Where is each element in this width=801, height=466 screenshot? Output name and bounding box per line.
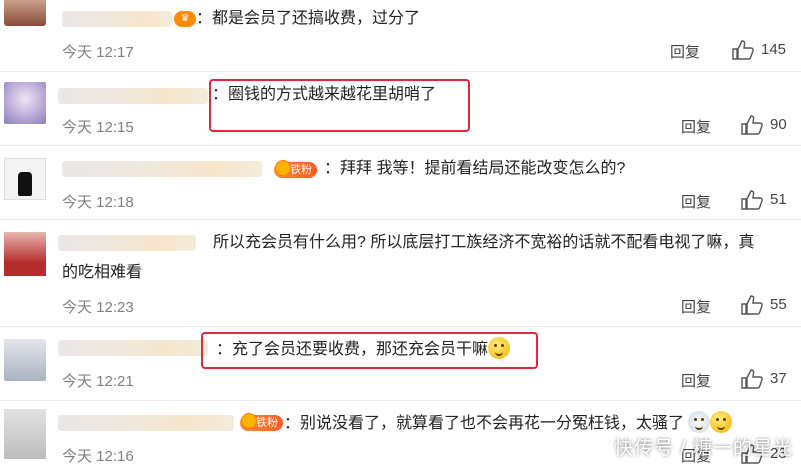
username-masked[interactable] bbox=[62, 11, 172, 27]
comment-item: 所以充会员有什么用? 所以底层打工族经济不宽裕的话就不配看电视了嘛，真 的吃相难… bbox=[0, 220, 801, 325]
comment-item: 铁粉 ：拜拜 我等！提前看结局还能改变怎么的? 今天 12:18 回复 51 bbox=[0, 146, 801, 216]
fan-badge-label: 铁粉 bbox=[256, 417, 278, 429]
reply-button[interactable]: 回复 bbox=[681, 191, 711, 212]
like-count: 145 bbox=[761, 41, 787, 58]
username-masked[interactable] bbox=[58, 88, 208, 104]
comment-time: 今天 12:17 bbox=[62, 44, 134, 61]
reply-button[interactable]: 回复 bbox=[681, 116, 711, 137]
like-count: 90 bbox=[770, 116, 787, 133]
comment-text: ：别说没看了，就算看了也不会再花一分冤枉钱，太骚了 bbox=[284, 411, 733, 435]
comment-text-content: ：别说没看了，就算看了也不会再花一分冤枉钱，太骚了 bbox=[284, 415, 685, 432]
username-masked[interactable] bbox=[62, 161, 262, 177]
comment-item: ♛ ：都是会员了还搞收费，过分了 今天 12:17 回复 145 bbox=[0, 0, 801, 70]
comment-item: ：圈钱的方式越来越花里胡哨了 今天 12:15 回复 90 bbox=[0, 72, 801, 142]
fan-badge-label: 铁粉 bbox=[290, 164, 312, 176]
reply-button[interactable]: 回复 bbox=[681, 370, 711, 391]
fan-badge: 铁粉 bbox=[274, 160, 317, 178]
avatar-figure bbox=[18, 172, 32, 196]
comment-text: ：都是会员了还搞收费，过分了 bbox=[196, 10, 421, 27]
comment-time: 今天 12:16 bbox=[62, 448, 134, 465]
highlight-box bbox=[209, 79, 470, 132]
comment-text-line2: 的吃相难看 bbox=[62, 264, 143, 281]
watermark: 快传号 / 糖一的星光 bbox=[614, 438, 793, 459]
username-masked[interactable] bbox=[58, 415, 234, 431]
shocked-emoji-icon bbox=[688, 411, 711, 433]
comment-time: 今天 12:15 bbox=[62, 119, 134, 136]
reply-button[interactable]: 回复 bbox=[681, 296, 711, 317]
comment-item: ：充了会员还要收费，那还充会员干嘛 今天 12:21 回复 37 bbox=[0, 327, 801, 399]
avatar[interactable] bbox=[4, 339, 46, 381]
crown-icon bbox=[275, 160, 291, 176]
comment-time: 今天 12:18 bbox=[62, 194, 134, 211]
comment-time: 今天 12:21 bbox=[62, 373, 134, 390]
like-count: 55 bbox=[770, 296, 787, 313]
thumbs-up-icon[interactable] bbox=[741, 115, 763, 135]
vip-badge-icon: ♛ bbox=[174, 11, 196, 27]
thumbs-up-icon[interactable] bbox=[741, 190, 763, 210]
avatar[interactable] bbox=[4, 409, 46, 459]
like-count: 51 bbox=[770, 191, 787, 208]
comment-time: 今天 12:23 bbox=[62, 299, 134, 316]
highlight-box bbox=[201, 332, 538, 369]
fan-badge: 铁粉 bbox=[240, 413, 283, 431]
reply-button[interactable]: 回复 bbox=[670, 41, 700, 62]
avatar[interactable] bbox=[4, 82, 46, 124]
thumbs-up-icon[interactable] bbox=[741, 369, 763, 389]
comment-text-line1: 所以充会员有什么用? 所以底层打工族经济不宽裕的话就不配看电视了嘛，真 bbox=[213, 234, 755, 251]
thumbs-up-icon[interactable] bbox=[732, 40, 754, 60]
thumbs-up-icon[interactable] bbox=[741, 295, 763, 315]
avatar[interactable] bbox=[4, 232, 46, 276]
avatar[interactable] bbox=[4, 0, 46, 26]
like-count: 37 bbox=[770, 370, 787, 387]
username-masked[interactable] bbox=[58, 235, 196, 251]
crown-icon bbox=[241, 413, 257, 429]
thumbs-emoji-icon bbox=[710, 411, 733, 433]
username-masked[interactable] bbox=[58, 340, 208, 356]
comment-text: ：拜拜 我等！提前看结局还能改变怎么的? bbox=[324, 160, 626, 177]
